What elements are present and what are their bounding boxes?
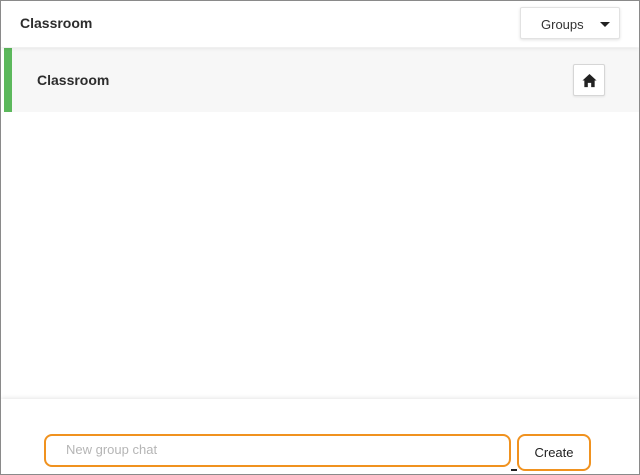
create-button[interactable]: Create bbox=[517, 434, 591, 471]
input-underline bbox=[511, 469, 517, 471]
groups-dropdown[interactable]: Groups bbox=[520, 7, 620, 39]
group-item-label: Classroom bbox=[37, 72, 110, 88]
home-button[interactable] bbox=[573, 64, 605, 96]
group-list: Classroom bbox=[1, 47, 639, 399]
home-icon bbox=[582, 73, 597, 88]
chat-groups-panel: Classroom Groups Classroom Create bbox=[0, 0, 640, 475]
new-group-bar: Create bbox=[1, 399, 639, 474]
page-title: Classroom bbox=[20, 15, 93, 31]
panel-header: Classroom Groups bbox=[1, 1, 639, 47]
group-item-classroom[interactable]: Classroom bbox=[4, 48, 639, 112]
groups-dropdown-label: Groups bbox=[541, 17, 584, 32]
caret-down-icon bbox=[600, 22, 610, 27]
new-group-chat-input[interactable] bbox=[44, 434, 511, 467]
